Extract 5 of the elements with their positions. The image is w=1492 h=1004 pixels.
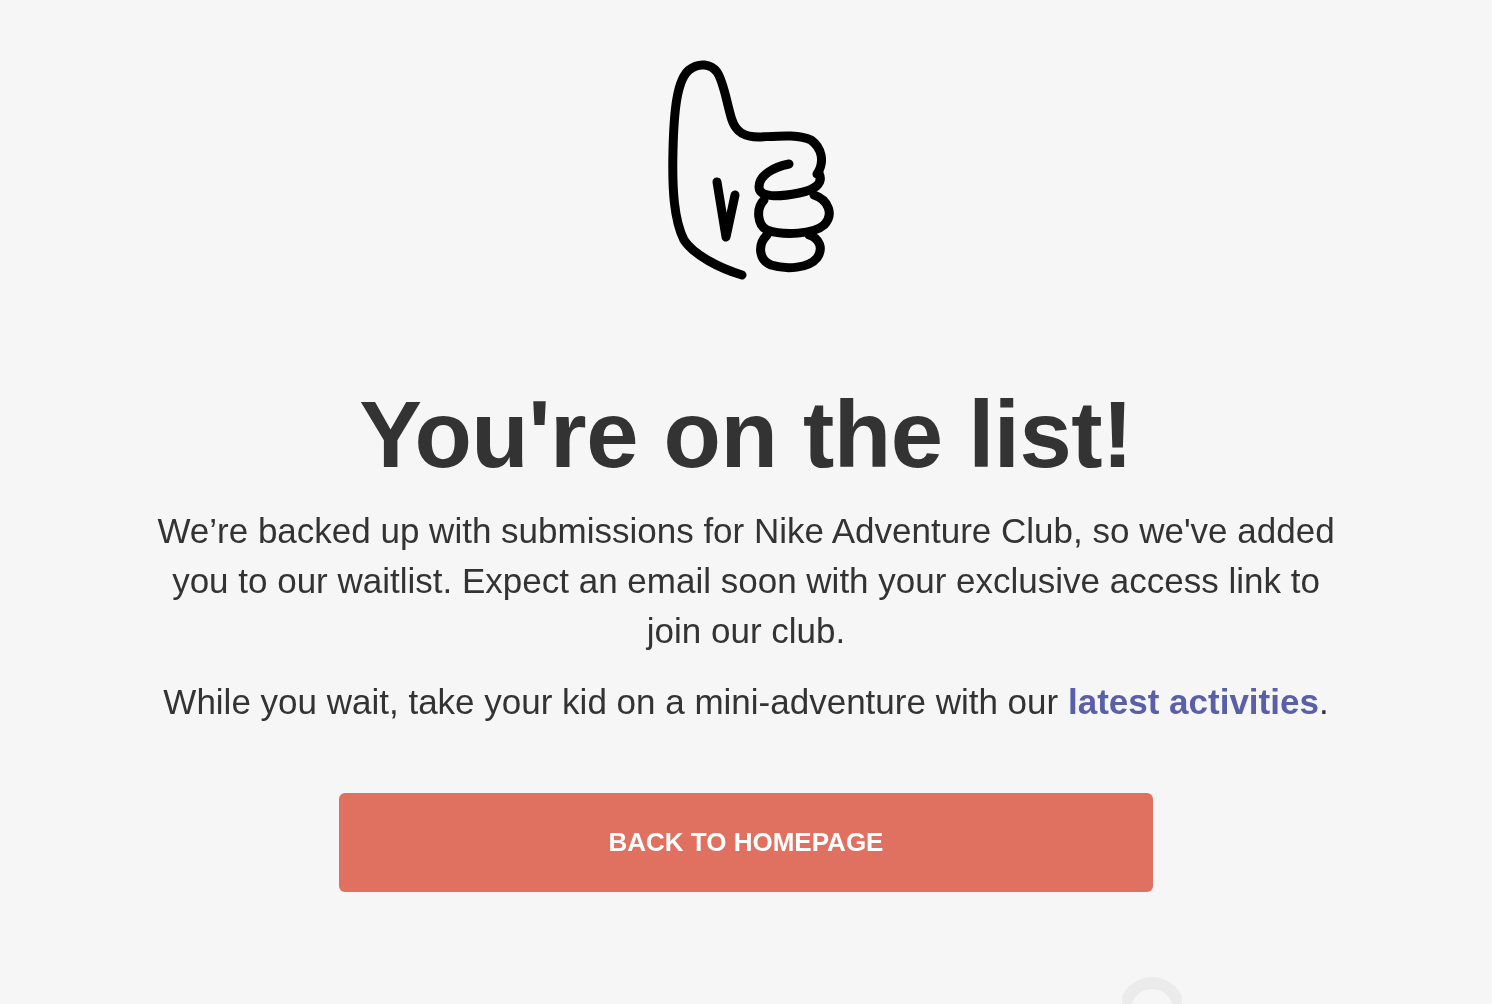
activities-note: While you wait, take your kid on a mini-adventure with our latest activities. xyxy=(163,681,1329,723)
waitlist-message: We’re backed up with submissions for Nike Adventure Club, so we've added you to our waitlist. Expect an email soon with your exclusive access link to join our club. xyxy=(156,510,1336,652)
back-to-homepage-button[interactable]: BACK TO HOMEPAGE xyxy=(339,793,1153,892)
page-heading: You're on the list! xyxy=(359,388,1133,482)
latest-activities-link[interactable]: latest activities xyxy=(1067,682,1319,721)
